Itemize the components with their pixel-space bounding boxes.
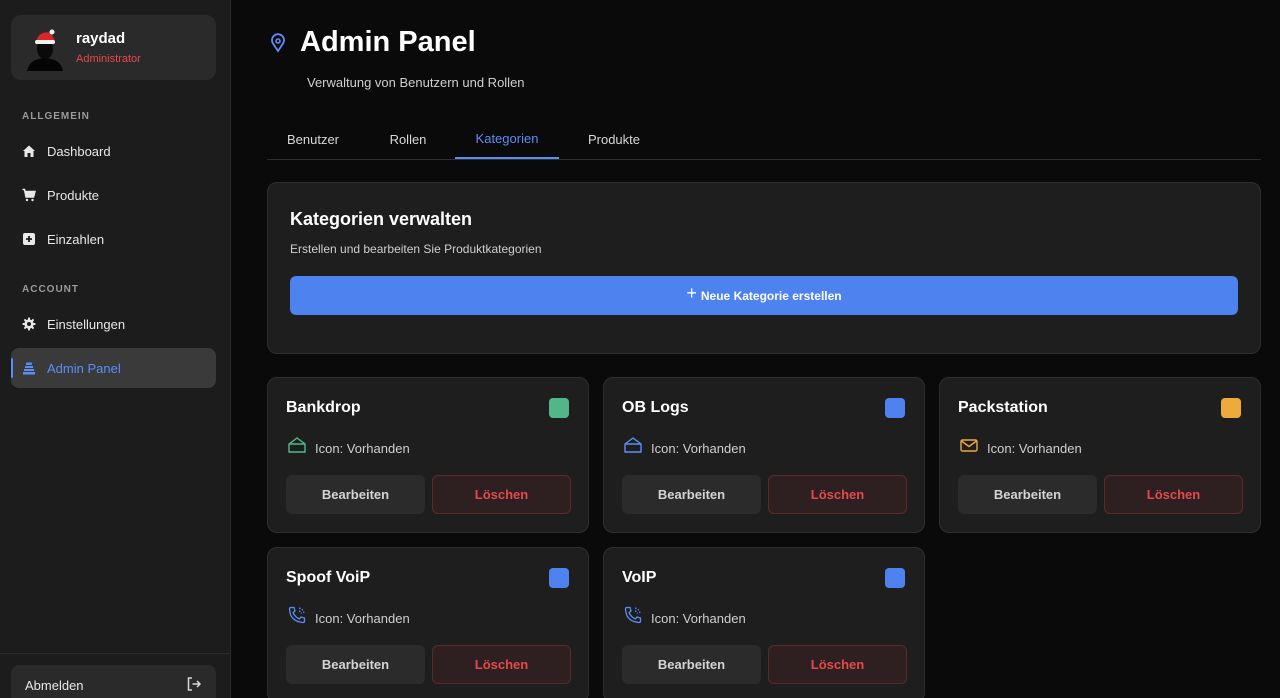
- sidebar-item-label: Dashboard: [47, 143, 111, 159]
- tab-bar: Benutzer Rollen Kategorien Produkte: [267, 120, 1261, 160]
- create-category-label: Neue Kategorie erstellen: [700, 288, 842, 303]
- cart-icon: [22, 188, 36, 202]
- create-category-button[interactable]: + Neue Kategorie erstellen: [290, 276, 1238, 315]
- section-label-general: ALLGEMEIN: [22, 111, 90, 122]
- sidebar-item-dashboard[interactable]: Dashboard: [11, 131, 216, 171]
- category-icon-status: Icon: Vorhanden: [315, 611, 410, 626]
- edit-button[interactable]: Bearbeiten: [286, 645, 425, 684]
- category-card-packstation: Packstation Icon: Vorhanden Bearbeiten L…: [939, 377, 1261, 533]
- category-name: VoIP: [622, 569, 657, 586]
- sidebar-item-einzahlen[interactable]: Einzahlen: [11, 219, 216, 259]
- category-color-swatch: [549, 398, 569, 418]
- manage-title: Kategorien verwalten: [290, 209, 473, 229]
- admin-icon: [22, 361, 36, 375]
- category-card-voip: VoIP Icon: Vorhanden Bearbeiten Löschen: [603, 547, 925, 698]
- logout-label: Abmelden: [25, 677, 84, 693]
- delete-button[interactable]: Löschen: [768, 645, 907, 684]
- user-name: raydad: [76, 30, 126, 47]
- phone-icon: [623, 605, 643, 625]
- tab-produkte[interactable]: Produkte: [572, 120, 656, 159]
- logout-button[interactable]: Abmelden: [11, 665, 216, 698]
- edit-button[interactable]: Bearbeiten: [286, 475, 425, 514]
- phone-icon: [287, 605, 307, 625]
- sidebar-item-label: Produkte: [47, 187, 100, 203]
- sidebar-item-label: Einzahlen: [47, 231, 105, 247]
- home-icon: [22, 144, 36, 158]
- tab-kategorien[interactable]: Kategorien: [455, 120, 559, 159]
- category-name: Packstation: [958, 399, 1048, 416]
- manage-description: Erstellen und bearbeiten Sie Produktkate…: [290, 242, 542, 256]
- category-color-swatch: [1221, 398, 1241, 418]
- logout-icon: [186, 676, 202, 695]
- main-content: Admin Panel Verwaltung von Benutzern und…: [231, 0, 1280, 698]
- category-card-bankdrop: Bankdrop Icon: Vorhanden Bearbeiten Lösc…: [267, 377, 589, 533]
- category-icon-status: Icon: Vorhanden: [651, 611, 746, 626]
- sidebar-footer: Abmelden: [0, 653, 231, 698]
- category-color-swatch: [885, 398, 905, 418]
- category-icon-status: Icon: Vorhanden: [651, 441, 746, 456]
- tab-rollen[interactable]: Rollen: [374, 120, 442, 159]
- inbox-icon: [287, 435, 307, 455]
- inbox-icon: [623, 435, 643, 455]
- edit-button[interactable]: Bearbeiten: [622, 475, 761, 514]
- location-pin-icon: [268, 33, 288, 53]
- plus-icon: +: [686, 283, 697, 303]
- user-role: Administrator: [76, 53, 141, 65]
- user-card[interactable]: raydad Administrator: [11, 15, 216, 80]
- avatar: [25, 25, 65, 71]
- sidebar: raydad Administrator ALLGEMEIN Dashboard…: [0, 0, 231, 698]
- page-subtitle: Verwaltung von Benutzern und Rollen: [307, 75, 525, 90]
- section-label-account: ACCOUNT: [22, 284, 79, 295]
- category-color-swatch: [549, 568, 569, 588]
- category-name: Spoof VoiP: [286, 569, 371, 586]
- category-name: OB Logs: [622, 399, 689, 416]
- sidebar-item-einstellungen[interactable]: Einstellungen: [11, 304, 216, 344]
- delete-button[interactable]: Löschen: [768, 475, 907, 514]
- delete-button[interactable]: Löschen: [432, 645, 571, 684]
- edit-button[interactable]: Bearbeiten: [622, 645, 761, 684]
- delete-button[interactable]: Löschen: [1104, 475, 1243, 514]
- edit-button[interactable]: Bearbeiten: [958, 475, 1097, 514]
- category-icon-status: Icon: Vorhanden: [987, 441, 1082, 456]
- category-icon-status: Icon: Vorhanden: [315, 441, 410, 456]
- sidebar-item-produkte[interactable]: Produkte: [11, 175, 216, 215]
- sidebar-item-label: Admin Panel: [47, 360, 121, 376]
- category-name: Bankdrop: [286, 399, 361, 416]
- tab-benutzer[interactable]: Benutzer: [267, 120, 359, 159]
- mail-icon: [959, 435, 979, 455]
- category-card-ob-logs: OB Logs Icon: Vorhanden Bearbeiten Lösch…: [603, 377, 925, 533]
- gear-icon: [22, 317, 36, 331]
- sidebar-item-label: Einstellungen: [47, 316, 126, 332]
- plus-square-icon: [22, 232, 36, 246]
- sidebar-item-admin-panel[interactable]: Admin Panel: [11, 348, 216, 388]
- page-title: Admin Panel: [300, 26, 476, 58]
- delete-button[interactable]: Löschen: [432, 475, 571, 514]
- manage-categories-card: Kategorien verwalten Erstellen und bearb…: [267, 182, 1261, 354]
- category-color-swatch: [885, 568, 905, 588]
- category-card-spoof-voip: Spoof VoiP Icon: Vorhanden Bearbeiten Lö…: [267, 547, 589, 698]
